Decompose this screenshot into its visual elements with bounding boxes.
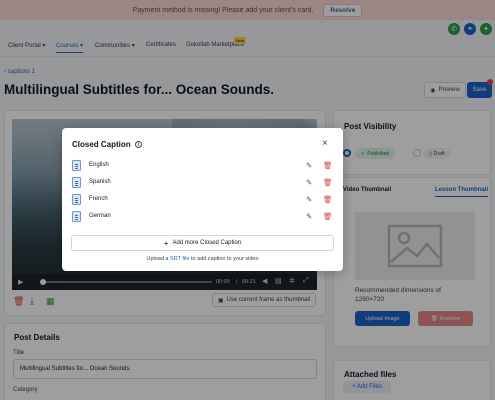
caption-language: English	[89, 162, 109, 168]
caption-file-icon	[72, 193, 81, 205]
close-icon[interactable]: ×	[322, 138, 328, 149]
caption-row: English ✎ 🗑	[72, 158, 334, 172]
modal-title: Closed Caption i	[72, 140, 142, 149]
delete-icon[interactable]: 🗑	[323, 178, 333, 187]
caption-row: French ✎ 🗑	[72, 192, 334, 206]
edit-icon[interactable]: ✎	[306, 212, 312, 221]
edit-icon[interactable]: ✎	[306, 161, 312, 170]
delete-icon[interactable]: 🗑	[323, 195, 333, 204]
delete-icon[interactable]: 🗑	[323, 161, 333, 170]
closed-caption-modal: Closed Caption i × English ✎ 🗑 Spanish ✎…	[62, 128, 343, 271]
caption-language: French	[89, 196, 108, 202]
caption-row: Spanish ✎ 🗑	[72, 175, 334, 189]
info-icon[interactable]: i	[134, 141, 142, 148]
plus-icon: +	[163, 238, 169, 248]
add-caption-button[interactable]: + Add more Closed Caption	[71, 235, 334, 251]
caption-file-icon	[72, 159, 81, 171]
caption-file-icon	[72, 176, 81, 188]
caption-file-icon	[72, 210, 81, 222]
srt-file-link[interactable]: SRT file	[170, 256, 189, 262]
caption-language: Spanish	[89, 179, 111, 185]
caption-row: German ✎ 🗑	[72, 209, 334, 223]
delete-icon[interactable]: 🗑	[323, 212, 333, 221]
edit-icon[interactable]: ✎	[306, 178, 312, 187]
caption-language: German	[89, 213, 111, 219]
upload-hint: Upload a SRT file to add caption to your…	[146, 256, 259, 262]
edit-icon[interactable]: ✎	[306, 195, 312, 204]
